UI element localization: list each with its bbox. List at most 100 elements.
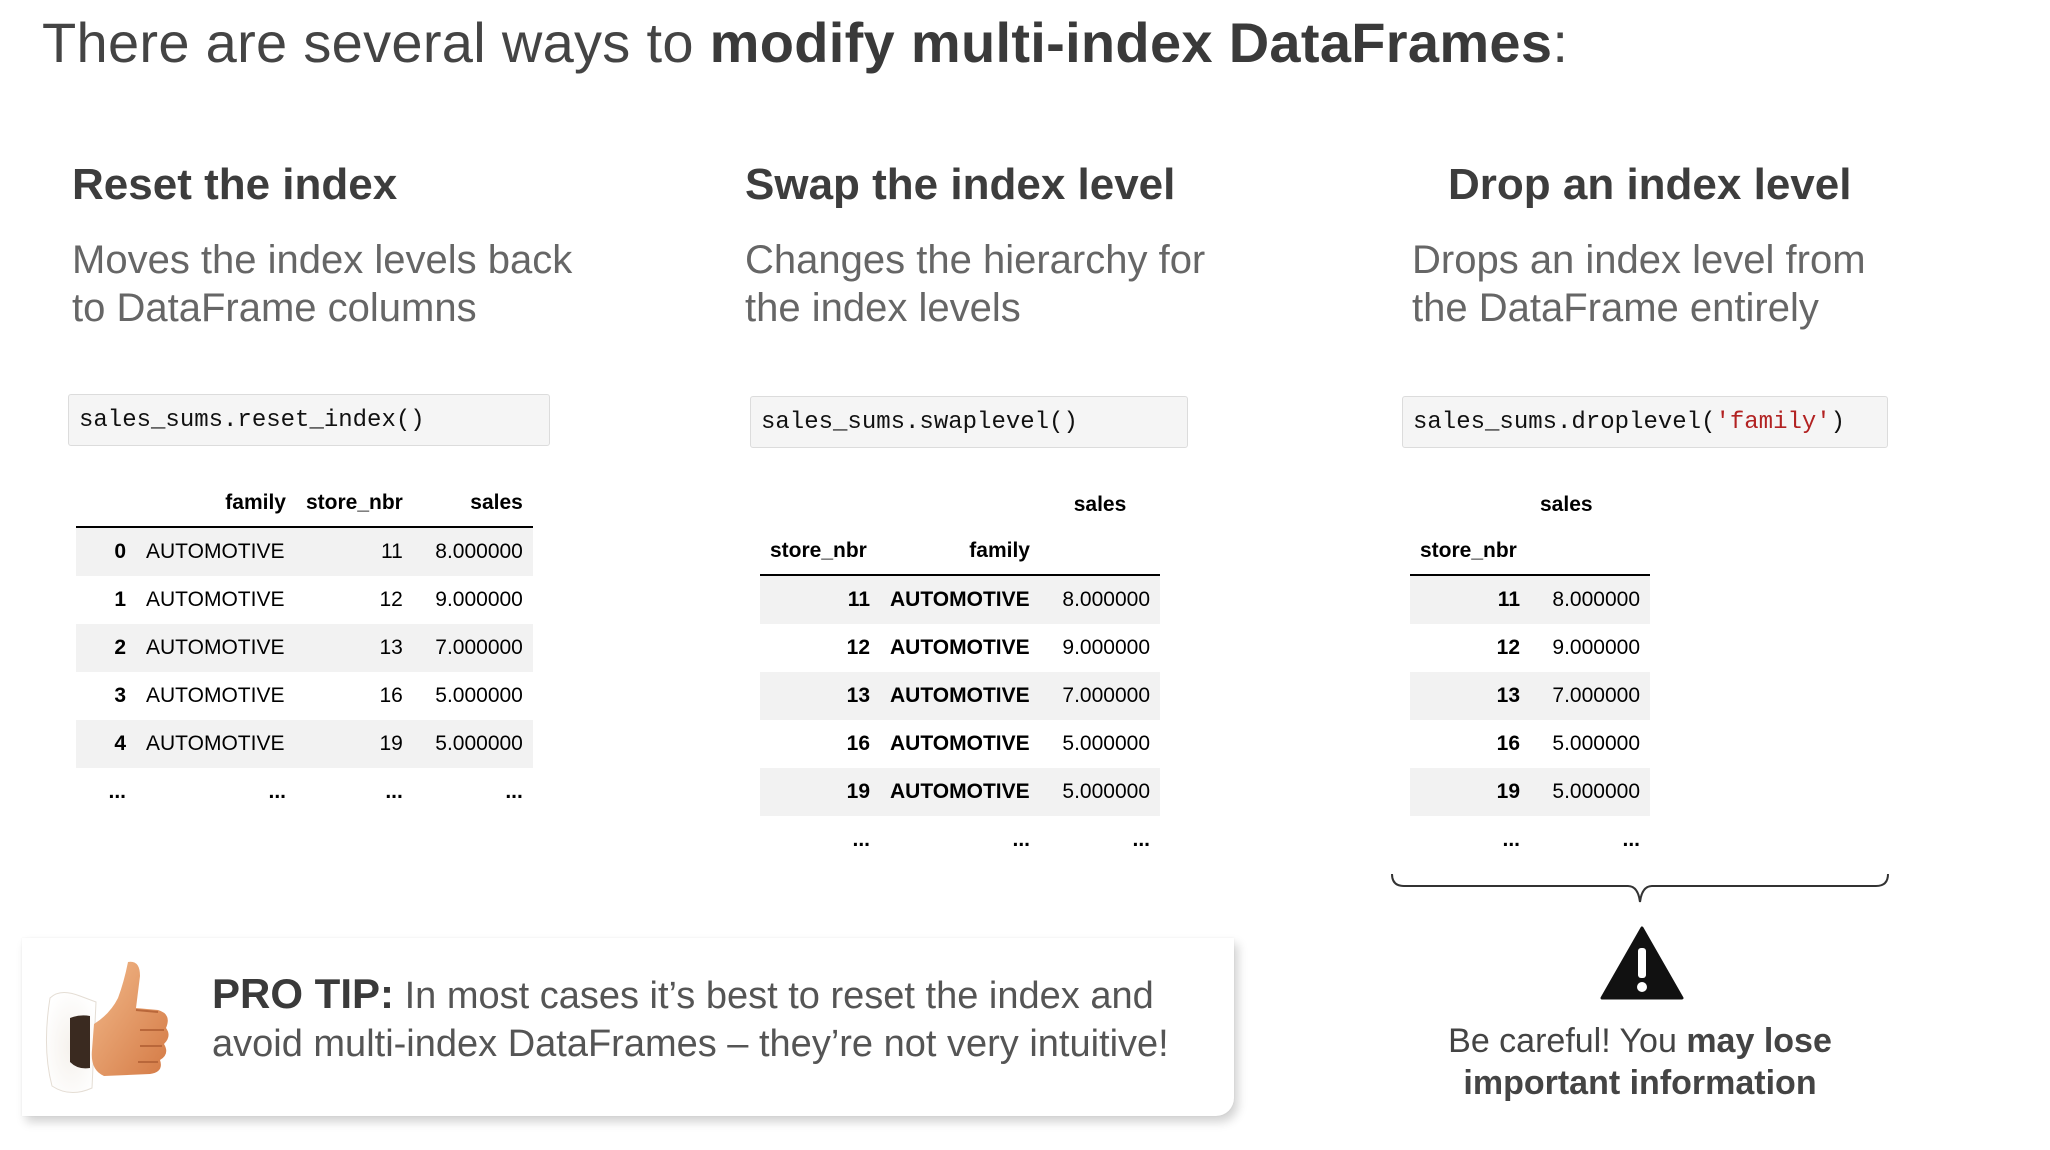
table-cell: 5.000000 [1062, 732, 1150, 755]
table-header [1040, 528, 1160, 576]
table-cell: AUTOMOTIVE [146, 588, 285, 611]
table-cell: 2 [76, 624, 136, 672]
desc-line: the DataFrame entirely [1412, 286, 1819, 330]
table-row: 11 8.000000 [1410, 575, 1650, 624]
table-cell: ... [76, 768, 136, 816]
table-row: 19 5.000000 [1410, 768, 1650, 816]
table-row: 16 AUTOMOTIVE 5.000000 [760, 720, 1160, 768]
table-cell: AUTOMOTIVE [136, 720, 296, 768]
table-cell: ... [296, 768, 413, 816]
table-cell: ... [1040, 816, 1160, 864]
table-cell: 5.000000 [1552, 732, 1640, 755]
table-header [1530, 528, 1650, 576]
table-row: 16 5.000000 [1410, 720, 1650, 768]
warning-text-bold: important information [1463, 1064, 1817, 1102]
table-cell: AUTOMOTIVE [880, 768, 1040, 816]
pro-tip-label: PRO TIP: [212, 970, 395, 1017]
table-cell: AUTOMOTIVE [136, 624, 296, 672]
table-cell: ... [1410, 816, 1530, 864]
table-cell: 11 [296, 527, 413, 576]
swap-level-table: sales store_nbr family 11 AUTOMOTIVE 8.000… [760, 482, 1160, 864]
table-row: 11 AUTOMOTIVE 8.000000 [760, 575, 1160, 624]
table-cell: 16 [379, 684, 403, 707]
table-row: 1 AUTOMOTIVE 12 9.000000 [76, 576, 533, 624]
table-header: store_nbr [1410, 528, 1530, 576]
table-cell: ... [760, 816, 880, 864]
table-header: family [136, 480, 296, 528]
table-row: 0 AUTOMOTIVE 11 8.000000 [76, 527, 533, 576]
table-cell: 19 [296, 720, 413, 768]
page-title: There are several ways to modify multi-i… [42, 10, 1568, 75]
table-cell: 0 [76, 527, 136, 576]
desc-line: the index levels [745, 286, 1021, 330]
table-cell: 5.000000 [412, 720, 533, 768]
title-lead: There are several ways to [42, 11, 710, 74]
table-row: 4 AUTOMOTIVE 19 5.000000 [76, 720, 533, 768]
table-cell: 9.000000 [435, 588, 523, 611]
table-cell: AUTOMOTIVE [880, 672, 1040, 720]
reset-index-heading: Reset the index [72, 160, 398, 209]
table-cell: 4 [76, 720, 136, 768]
table-cell: 1 [114, 588, 126, 611]
desc-line: Drops an index level from [1412, 238, 1866, 282]
table-cell: ... [412, 768, 533, 816]
curly-brace [1391, 873, 1889, 903]
table-row: 13 AUTOMOTIVE 7.000000 [760, 672, 1160, 720]
table-header: sales [1073, 493, 1127, 516]
table-cell: 5.000000 [1040, 768, 1160, 816]
pro-tip-text: PRO TIP: In most cases it’s best to rese… [212, 970, 1222, 1068]
code-string: 'family' [1715, 409, 1831, 436]
drop-level-desc-wrap: Drops an index level from the DataFrame … [1412, 210, 1932, 332]
table-header: family [880, 528, 1040, 576]
table-cell: AUTOMOTIVE [890, 636, 1030, 659]
warning-text-normal: Be careful! You [1448, 1022, 1687, 1060]
table-header: sales [412, 480, 533, 528]
desc-line: to DataFrame columns [72, 286, 477, 330]
table-cell: 7.000000 [412, 624, 533, 672]
table-cell: 5.000000 [1530, 768, 1650, 816]
table-row: 13 7.000000 [1410, 672, 1650, 720]
table-header [76, 480, 136, 528]
drop-level-table: sales store_nbr 11 8.000000 12 9.000000 13… [1410, 482, 1650, 864]
desc-line: Moves the index levels back [72, 238, 573, 282]
table-row: 12 AUTOMOTIVE 9.000000 [760, 624, 1160, 672]
table-cell: 12 [846, 636, 870, 659]
table-cell: 19 [1410, 768, 1530, 816]
table-cell: 13 [760, 672, 880, 720]
table-cell: 7.000000 [1530, 672, 1650, 720]
title-tail: : [1552, 11, 1569, 74]
reset-index-code: sales_sums.reset_index() [68, 394, 550, 446]
drop-level-section: Drop an index level [1448, 160, 1851, 210]
table-cell: 12 [1496, 636, 1520, 659]
table-row: ............ [76, 768, 533, 816]
table-header [1410, 482, 1530, 528]
table-row: ......... [760, 816, 1160, 864]
table-row: 2 AUTOMOTIVE 13 7.000000 [76, 624, 533, 672]
code-text: sales_sums.droplevel( [1413, 409, 1716, 436]
table-row: 19 AUTOMOTIVE 5.000000 [760, 768, 1160, 816]
pro-tip-line: avoid multi-index DataFrames – they’re n… [212, 1023, 1169, 1065]
table-cell: 5.000000 [435, 684, 523, 707]
swap-level-section: Swap the index level Changes the hierarc… [745, 160, 1265, 332]
table-cell: ... [880, 816, 1040, 864]
table-cell: 16 [1496, 732, 1520, 755]
table-cell: 8.000000 [1040, 575, 1160, 624]
thumbs-up-icon [45, 961, 169, 1093]
table-cell: 11 [760, 575, 880, 624]
drop-level-heading: Drop an index level [1448, 160, 1852, 209]
table-header [880, 482, 1040, 528]
table-cell: ... [136, 768, 296, 816]
table-cell: 19 [760, 768, 880, 816]
reset-index-description: Moves the index levels back to DataFrame… [72, 236, 592, 332]
table-cell: 12 [379, 588, 403, 611]
pro-tip-line: In most cases it’s best to reset the ind… [394, 975, 1154, 1017]
table-row: ...... [1410, 816, 1650, 864]
table-cell: 11 [1410, 575, 1530, 624]
swap-level-description: Changes the hierarchy for the index leve… [745, 236, 1265, 332]
table-cell: ... [1530, 816, 1650, 864]
table-header [760, 482, 880, 528]
table-cell: AUTOMOTIVE [136, 527, 296, 576]
table-cell: 8.000000 [412, 527, 533, 576]
table-cell: AUTOMOTIVE [146, 684, 285, 707]
warning-triangle-icon [1600, 926, 1684, 1000]
